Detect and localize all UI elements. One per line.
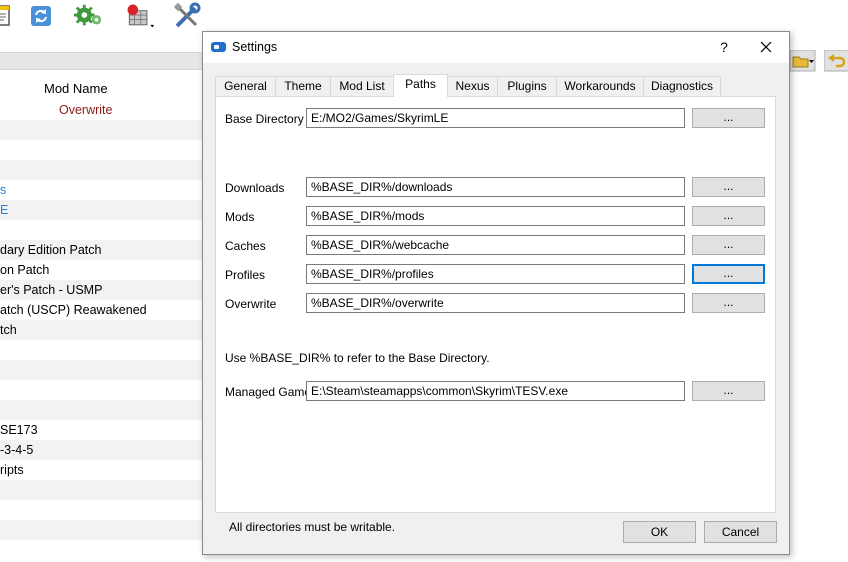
list-item[interactable]: er's Patch - USMP <box>0 280 202 300</box>
list-item[interactable] <box>0 360 202 380</box>
mod-name: s <box>0 183 7 197</box>
list-item[interactable] <box>0 520 202 540</box>
executables-icon[interactable] <box>124 2 154 30</box>
overwrite-label: Overwrite <box>225 297 277 311</box>
tools-icon[interactable] <box>172 2 202 30</box>
managed-game-label: Managed Game <box>225 385 312 399</box>
managed-game-field[interactable]: E:\Steam\steamapps\common\Skyrim\TESV.ex… <box>306 381 685 401</box>
mod-name: atch (USCP) Reawakened <box>0 303 147 317</box>
dialog-title: Settings <box>232 40 278 54</box>
list-item[interactable] <box>0 120 202 140</box>
tab-general[interactable]: General <box>215 76 276 96</box>
mod-name: ripts <box>0 463 24 477</box>
profiles-label: Profiles <box>225 268 266 282</box>
settings-dialog: Settings ? General Theme Mod List Paths … <box>202 31 790 555</box>
list-item[interactable]: Overwrite <box>0 100 202 120</box>
tab-theme[interactable]: Theme <box>275 76 331 96</box>
list-item[interactable] <box>0 140 202 160</box>
base-directory-label: Base Directory <box>225 112 304 126</box>
writable-note: All directories must be writable. <box>229 520 396 534</box>
main-toolbar <box>0 0 848 34</box>
list-item[interactable]: atch (USCP) Reawakened <box>0 300 202 320</box>
paths-panel: Base Directory E:/MO2/Games/SkyrimLE ...… <box>215 96 776 534</box>
overwrite-field[interactable]: %BASE_DIR%/overwrite <box>306 293 685 313</box>
downloads-browse-button[interactable]: ... <box>692 177 765 197</box>
base-dir-hint: Use %BASE_DIR% to refer to the Base Dire… <box>225 351 490 365</box>
mods-field[interactable]: %BASE_DIR%/mods <box>306 206 685 226</box>
document-icon[interactable] <box>0 2 18 30</box>
mod-name: on Patch <box>0 263 50 277</box>
list-item[interactable] <box>0 540 202 560</box>
caches-browse-button[interactable]: ... <box>692 235 765 255</box>
list-item[interactable] <box>0 400 202 420</box>
close-icon[interactable] <box>755 36 777 58</box>
overwrite-browse-button[interactable]: ... <box>692 293 765 313</box>
list-item[interactable]: E <box>0 200 202 220</box>
base-directory-field[interactable]: E:/MO2/Games/SkyrimLE <box>306 108 685 128</box>
list-item[interactable] <box>0 160 202 180</box>
downloads-field[interactable]: %BASE_DIR%/downloads <box>306 177 685 197</box>
undo-icon <box>823 49 848 72</box>
mod-name: SE173 <box>0 423 38 437</box>
tab-workarounds[interactable]: Workarounds <box>556 76 644 96</box>
list-item[interactable]: s <box>0 180 202 200</box>
mod-name: E <box>0 203 9 217</box>
tab-diagnostics[interactable]: Diagnostics <box>643 76 721 96</box>
help-button[interactable]: ? <box>713 36 735 58</box>
list-item[interactable] <box>0 220 202 240</box>
mod-name: Overwrite <box>59 103 113 117</box>
mods-label: Mods <box>225 210 255 224</box>
list-item[interactable] <box>0 340 202 360</box>
tab-mod-list[interactable]: Mod List <box>330 76 394 96</box>
list-item[interactable] <box>0 480 202 500</box>
undo-button[interactable] <box>823 49 848 72</box>
list-item[interactable]: SE173 <box>0 420 202 440</box>
cancel-button[interactable]: Cancel <box>704 521 777 543</box>
column-header-label: Mod Name <box>44 81 108 96</box>
list-item[interactable] <box>0 380 202 400</box>
list-item[interactable]: ripts <box>0 460 202 480</box>
managed-game-browse-button[interactable]: ... <box>692 381 765 401</box>
caches-field[interactable]: %BASE_DIR%/webcache <box>306 235 685 255</box>
mods-browse-button[interactable]: ... <box>692 206 765 226</box>
mod-name: -3-4-5 <box>0 443 34 457</box>
tab-plugins[interactable]: Plugins <box>497 76 557 96</box>
mod-name: tch <box>0 323 17 337</box>
caches-label: Caches <box>225 239 266 253</box>
profiles-field[interactable]: %BASE_DIR%/profiles <box>306 264 685 284</box>
mod-organizer-icon <box>211 42 226 52</box>
dialog-titlebar[interactable]: Settings ? <box>203 32 789 63</box>
list-item[interactable]: on Patch <box>0 260 202 280</box>
list-item[interactable]: tch <box>0 320 202 340</box>
refresh-icon[interactable] <box>26 2 56 30</box>
list-item[interactable]: dary Edition Patch <box>0 240 202 260</box>
mod-list: Mod Name Overwrite s E dary Edition Patc… <box>0 78 202 562</box>
gears-icon[interactable] <box>74 2 104 30</box>
downloads-label: Downloads <box>225 181 285 195</box>
filter-bar <box>0 52 202 70</box>
profiles-browse-button[interactable]: ... <box>692 264 765 284</box>
tab-nexus[interactable]: Nexus <box>447 76 498 96</box>
base-directory-browse-button[interactable]: ... <box>692 108 765 128</box>
ok-button[interactable]: OK <box>623 521 696 543</box>
folder-icon <box>789 49 816 72</box>
mod-name: dary Edition Patch <box>0 243 102 257</box>
list-item[interactable]: -3-4-5 <box>0 440 202 460</box>
mod-name: er's Patch - USMP <box>0 283 103 297</box>
mod-name-column-header[interactable]: Mod Name <box>0 78 202 99</box>
open-folder-dropdown[interactable] <box>789 49 816 72</box>
tab-paths[interactable]: Paths <box>393 74 448 97</box>
list-item[interactable] <box>0 500 202 520</box>
